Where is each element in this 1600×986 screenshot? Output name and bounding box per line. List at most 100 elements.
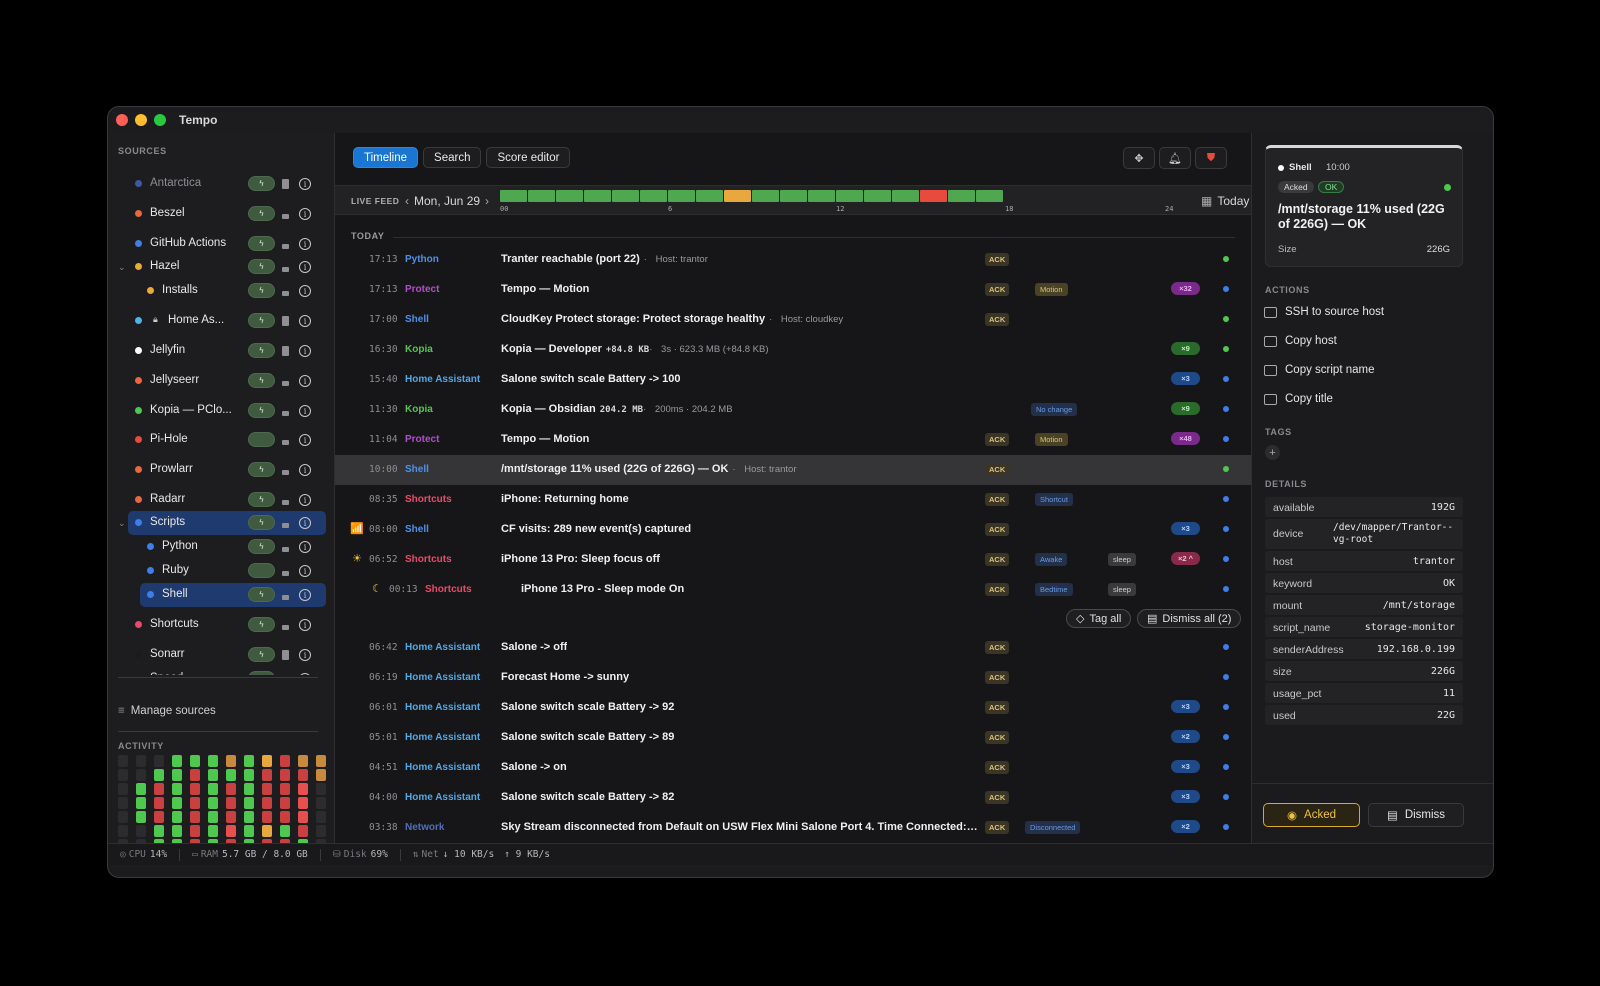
- ack-badge[interactable]: ACK: [985, 731, 1010, 744]
- ack-badge[interactable]: ACK: [985, 313, 1010, 326]
- info-icon[interactable]: i: [299, 589, 311, 601]
- event-row[interactable]: 17:13 Protect Tempo — Motion ACK Motion ×32: [335, 275, 1251, 305]
- add-tag-button[interactable]: +: [1265, 445, 1280, 460]
- event-row[interactable]: 11:04 Protect Tempo — Motion ACK Motion ×48: [335, 425, 1251, 455]
- tag-all-button[interactable]: ◇ Tag all: [1066, 609, 1132, 628]
- tab-timeline[interactable]: Timeline: [353, 147, 419, 168]
- acked-button[interactable]: ◉ Acked: [1263, 803, 1360, 827]
- event-row[interactable]: 06:19 Home Assistant Forecast Home -> sunn…: [335, 663, 1251, 693]
- security-button[interactable]: ⛊: [1195, 147, 1227, 169]
- copy-host-action[interactable]: Copy host: [1264, 335, 1337, 347]
- info-icon[interactable]: i: [299, 285, 311, 297]
- info-icon[interactable]: i: [299, 464, 311, 476]
- enable-toggle[interactable]: ϟ: [248, 462, 275, 477]
- enable-toggle[interactable]: [248, 432, 275, 447]
- event-row[interactable]: 03:38 Network Sky Stream disconnected from…: [335, 813, 1251, 843]
- info-icon[interactable]: i: [299, 208, 311, 220]
- group-count-badge[interactable]: ×48: [1171, 432, 1200, 445]
- group-count-badge[interactable]: ×3: [1171, 790, 1200, 803]
- group-count-badge[interactable]: ×9: [1171, 342, 1200, 355]
- sidebar-item[interactable]: Shell ϟ i: [140, 583, 326, 607]
- group-count-badge[interactable]: ×2: [1171, 730, 1200, 743]
- event-row[interactable]: 06:01 Home Assistant Salone switch scale B…: [335, 693, 1251, 723]
- info-icon[interactable]: i: [299, 541, 311, 553]
- event-row[interactable]: 16:30 Kopia Kopia — Developer +84.8 KB· 3s …: [335, 335, 1251, 365]
- manage-sources-button[interactable]: ≡ Manage sources: [118, 705, 216, 717]
- sidebar-item[interactable]: Radarr ϟ i: [108, 488, 335, 512]
- sidebar-item[interactable]: Sonarr ϟ i: [108, 643, 335, 667]
- enable-toggle[interactable]: ϟ: [248, 259, 275, 274]
- ack-badge[interactable]: ACK: [985, 583, 1010, 596]
- info-icon[interactable]: i: [299, 405, 311, 417]
- enable-toggle[interactable]: ϟ: [248, 343, 275, 358]
- hour-segment[interactable]: [976, 190, 1003, 202]
- sidebar-item[interactable]: Beszel ϟ i: [108, 202, 335, 226]
- group-count-badge[interactable]: ×2: [1171, 820, 1200, 833]
- dismiss-all-button[interactable]: ▤ Dismiss all (2): [1137, 609, 1242, 628]
- ssh-action[interactable]: SSH to source host: [1264, 306, 1384, 318]
- sidebar-item[interactable]: Prowlarr ϟ i: [108, 458, 335, 482]
- close-window-button[interactable]: [116, 114, 128, 126]
- info-icon[interactable]: i: [299, 494, 311, 506]
- hour-segment[interactable]: [920, 190, 947, 202]
- info-icon[interactable]: i: [299, 261, 311, 273]
- sidebar-item[interactable]: Ruby i: [108, 559, 335, 583]
- event-row[interactable]: ☀ 06:52 Shortcuts iPhone 13 Pro: Sleep focu…: [335, 545, 1251, 575]
- info-icon[interactable]: i: [299, 619, 311, 631]
- info-icon[interactable]: i: [299, 517, 311, 529]
- enable-toggle[interactable]: ϟ: [248, 515, 275, 530]
- enable-toggle[interactable]: ϟ: [248, 403, 275, 418]
- ack-badge[interactable]: ACK: [985, 523, 1010, 536]
- hour-segment[interactable]: [724, 190, 751, 202]
- hour-segment[interactable]: [500, 190, 527, 202]
- hour-segment[interactable]: [696, 190, 723, 202]
- event-row[interactable]: 11:30 Kopia Kopia — Obsidian 204.2 MB· 200m…: [335, 395, 1251, 425]
- ack-badge[interactable]: ACK: [985, 821, 1010, 834]
- sidebar-item[interactable]: 🔒︎ Home As... ϟ i: [108, 309, 335, 333]
- ack-badge[interactable]: ACK: [985, 553, 1010, 566]
- event-row[interactable]: 04:00 Home Assistant Salone switch scale B…: [335, 783, 1251, 813]
- hour-segment[interactable]: [948, 190, 975, 202]
- hour-segment[interactable]: [556, 190, 583, 202]
- enable-toggle[interactable]: ϟ: [248, 313, 275, 328]
- event-row[interactable]: 17:13 Python Tranter reachable (port 22) · …: [335, 245, 1251, 275]
- copy-script-action[interactable]: Copy script name: [1264, 364, 1374, 376]
- ack-badge[interactable]: ACK: [985, 791, 1010, 804]
- ack-badge[interactable]: ACK: [985, 671, 1010, 684]
- enable-toggle[interactable]: ϟ: [248, 206, 275, 221]
- ack-badge[interactable]: ACK: [985, 253, 1010, 266]
- chevron-right-icon[interactable]: ›: [485, 194, 489, 208]
- group-count-badge[interactable]: ×3: [1171, 372, 1200, 385]
- hour-segment[interactable]: [668, 190, 695, 202]
- sidebar-item[interactable]: Kopia — PClo... ϟ i: [108, 399, 335, 423]
- enable-toggle[interactable]: ϟ: [248, 539, 275, 554]
- event-row[interactable]: 06:42 Home Assistant Salone -> off ACK: [335, 633, 1251, 663]
- event-row[interactable]: ☾ 00:13 Shortcuts iPhone 13 Pro - Sleep mod…: [335, 575, 1251, 605]
- info-icon[interactable]: i: [299, 565, 311, 577]
- group-count-badge[interactable]: ×3: [1171, 760, 1200, 773]
- notifications-button[interactable]: 🔔︎: [1159, 147, 1191, 169]
- sidebar-item[interactable]: ⌄ Hazel ϟ i: [108, 255, 335, 279]
- dismiss-button[interactable]: ▤ Dismiss: [1368, 803, 1464, 827]
- hour-segment[interactable]: [584, 190, 611, 202]
- ack-badge[interactable]: ACK: [985, 701, 1010, 714]
- hour-segment[interactable]: [612, 190, 639, 202]
- copy-title-action[interactable]: Copy title: [1264, 393, 1333, 405]
- minimize-window-button[interactable]: [135, 114, 147, 126]
- enable-toggle[interactable]: [248, 563, 275, 578]
- info-icon[interactable]: i: [299, 345, 311, 357]
- sidebar-item[interactable]: Pi-Hole i: [108, 428, 335, 452]
- ack-badge[interactable]: ACK: [985, 463, 1010, 476]
- event-row[interactable]: 17:00 Shell CloudKey Protect storage: Prot…: [335, 305, 1251, 335]
- ack-badge[interactable]: ACK: [985, 761, 1010, 774]
- hour-segment[interactable]: [528, 190, 555, 202]
- ack-badge[interactable]: ACK: [985, 433, 1010, 446]
- expand-button[interactable]: ✥: [1123, 147, 1155, 169]
- info-icon[interactable]: i: [299, 649, 311, 661]
- sidebar-item[interactable]: Python ϟ i: [108, 535, 335, 559]
- info-icon[interactable]: i: [299, 673, 311, 675]
- group-count-badge[interactable]: ×2 ^: [1171, 552, 1200, 565]
- enable-toggle[interactable]: ϟ: [248, 671, 275, 675]
- sidebar-item[interactable]: Jellyseerr ϟ i: [108, 369, 335, 393]
- enable-toggle[interactable]: ϟ: [248, 617, 275, 632]
